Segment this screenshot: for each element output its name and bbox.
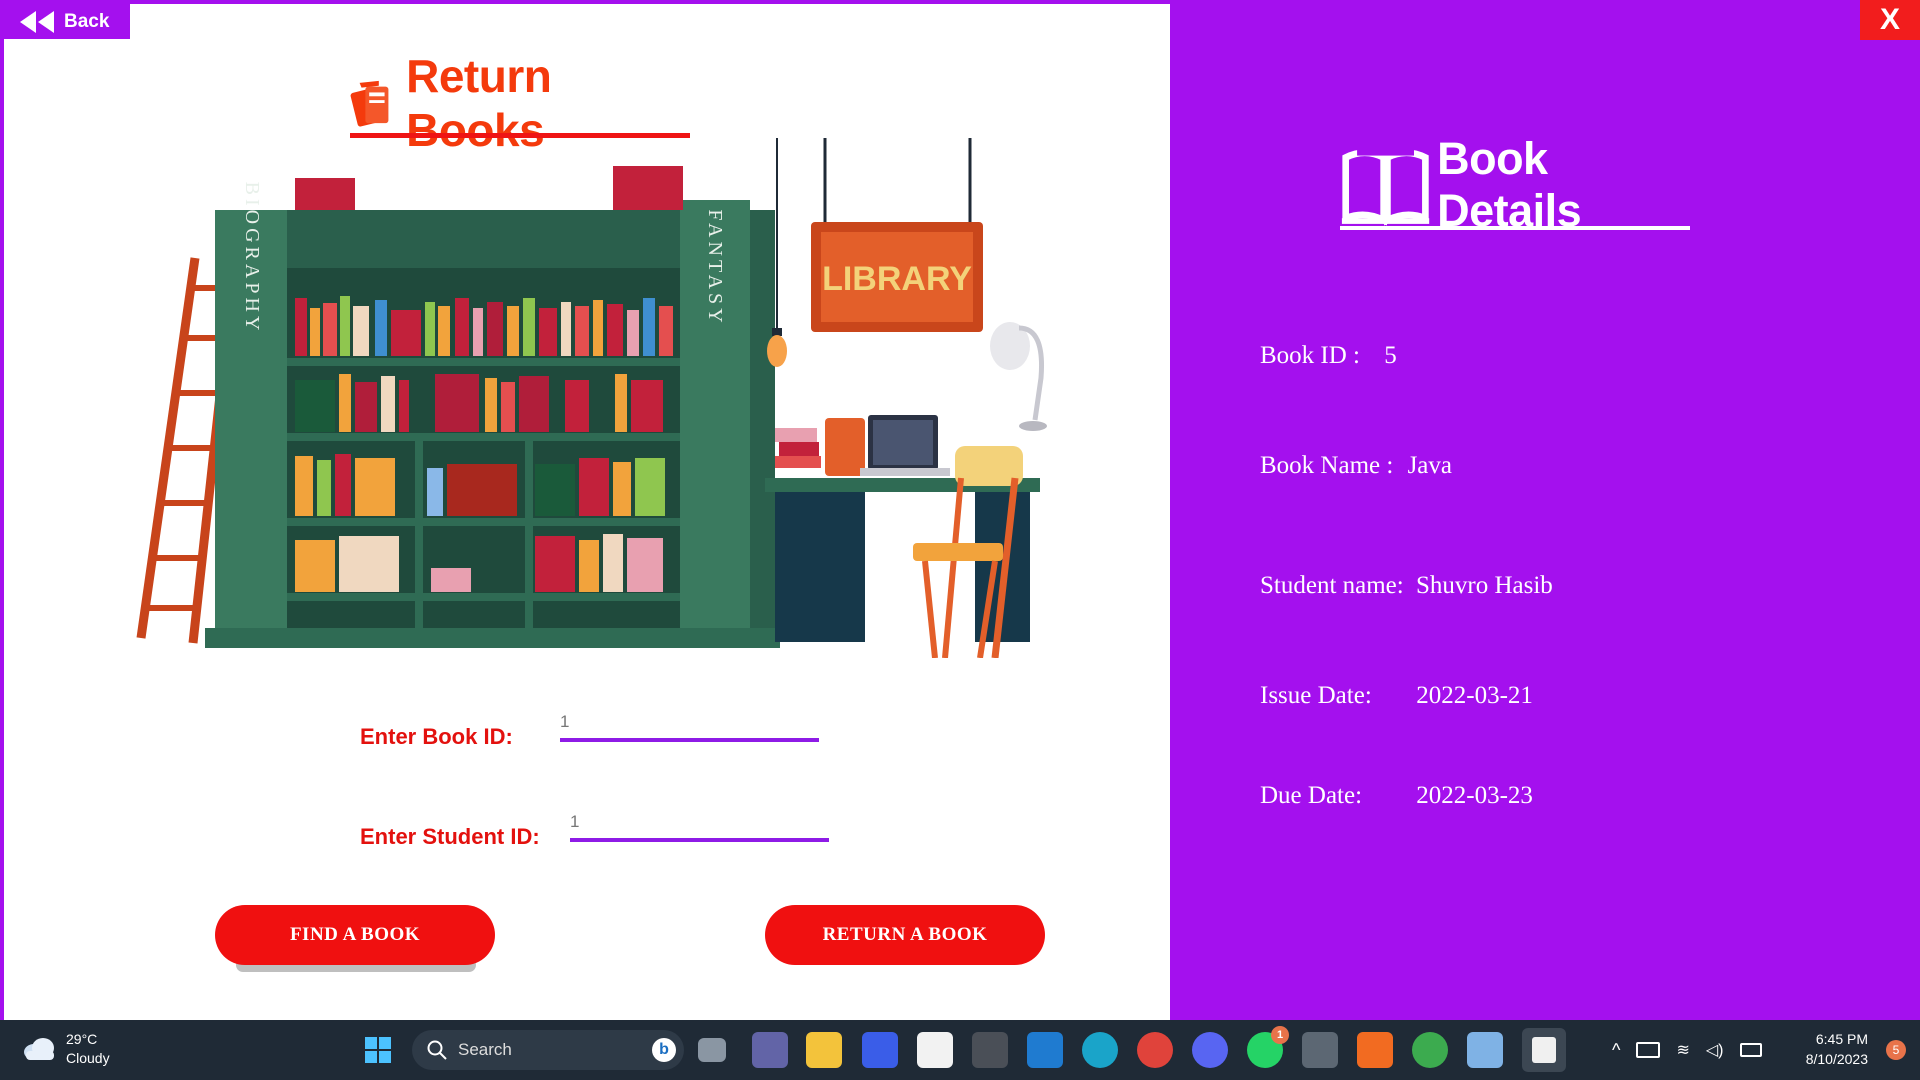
detail-value: Shuvro Hasib [1415, 572, 1553, 599]
task-view-icon[interactable] [698, 1038, 726, 1062]
detail-book-id: Book ID : 5 [1260, 342, 1397, 370]
page-title: Return Books [350, 50, 690, 156]
whatsapp-badge: 1 [1271, 1026, 1289, 1044]
detail-book-name: Book Name : Java [1260, 452, 1452, 480]
library-illustration: BIOGRAPHY FANTASY LIBRARY [136, 138, 1047, 658]
detail-due-date: Due Date: 2022-03-23 [1260, 782, 1533, 810]
whatsapp-icon[interactable]: 1 [1247, 1026, 1289, 1068]
weather-widget[interactable]: 29°C Cloudy [22, 1030, 110, 1068]
app-icon[interactable] [862, 1032, 898, 1068]
start-icon[interactable] [360, 1032, 396, 1068]
windows-logo-icon [365, 1037, 391, 1063]
weather-desc: Cloudy [66, 1050, 110, 1066]
store-icon[interactable] [917, 1032, 953, 1068]
detail-value: 5 [1384, 342, 1397, 369]
app-icon[interactable] [972, 1032, 1008, 1068]
keyboard-icon[interactable] [1636, 1042, 1661, 1058]
java-app-icon[interactable] [1522, 1028, 1566, 1072]
weather-temp: 29°C [66, 1031, 98, 1047]
bookshelf-illustration: BIOGRAPHY FANTASY [205, 166, 780, 648]
notification-badge[interactable]: 5 [1886, 1040, 1906, 1060]
volume-icon[interactable]: ◁) [1706, 1040, 1724, 1060]
virtualbox-icon[interactable] [1467, 1032, 1503, 1068]
detail-label: Book ID : [1260, 342, 1360, 369]
fantasy-label: FANTASY [704, 209, 726, 326]
biography-label: BIOGRAPHY [241, 182, 263, 335]
discord-icon[interactable] [1192, 1032, 1228, 1068]
desk-lamp-illustration [990, 322, 1047, 431]
desk-illustration [765, 415, 1040, 658]
book-id-label: Enter Book ID: [360, 724, 513, 749]
search-label: Search [458, 1040, 512, 1059]
details-title: Book Details [1340, 133, 1690, 236]
detail-label: Book Name : [1260, 452, 1394, 479]
taskbar-search[interactable]: Search b [412, 1030, 684, 1070]
bing-icon: b [652, 1038, 676, 1062]
books-icon [350, 80, 389, 127]
detail-value: 2022-03-23 [1416, 782, 1533, 809]
details-underline [1340, 226, 1690, 230]
back-label: Back [64, 10, 110, 32]
return-book-button[interactable]: RETURN A BOOK [765, 905, 1045, 965]
clock[interactable]: 6:45 PM 8/10/2023 [1806, 1029, 1868, 1069]
calculator-icon[interactable] [1302, 1032, 1338, 1068]
vscode-icon[interactable] [1027, 1032, 1063, 1068]
detail-label: Due Date: [1260, 782, 1363, 809]
search-icon [427, 1040, 447, 1060]
detail-value: Java [1407, 452, 1452, 479]
detail-label: Student name: [1260, 572, 1404, 599]
clock-time: 6:45 PM [1815, 1031, 1868, 1047]
student-id-label: Enter Student ID: [360, 824, 540, 849]
file-explorer-icon[interactable] [806, 1032, 842, 1068]
edge-icon[interactable] [1082, 1032, 1118, 1068]
wifi-icon[interactable]: ≋ [1676, 1040, 1689, 1060]
library-sign-illustration: LIBRARY [811, 138, 983, 332]
student-id-input[interactable] [570, 812, 829, 842]
clock-date: 8/10/2023 [1805, 1051, 1868, 1067]
detail-value: 2022-03-21 [1416, 682, 1533, 709]
system-tray: ^ ≋ ◁) [1612, 1020, 1762, 1080]
library-sign-text: LIBRARY [822, 260, 972, 298]
details-title-text: Book Details [1437, 133, 1582, 236]
chevron-up-icon[interactable]: ^ [1612, 1040, 1620, 1061]
cloud-icon [24, 1038, 54, 1060]
app-window: Back X Return Books BIOGRAPHY FANTASY LI… [0, 0, 1920, 1020]
battery-icon[interactable] [1739, 1043, 1762, 1057]
taskbar: 29°C Cloudy Search b 1 ^ ≋ ◁) 6:45 PM 8/… [0, 1020, 1920, 1080]
chrome-profile-icon[interactable] [1412, 1032, 1448, 1068]
rewind-icon [20, 10, 54, 33]
java-cup-icon [1532, 1037, 1556, 1063]
open-book-icon [1341, 144, 1430, 226]
close-button[interactable]: X [1860, 0, 1920, 40]
detail-label: Issue Date: [1260, 682, 1372, 709]
detail-issue-date: Issue Date: 2022-03-21 [1260, 682, 1533, 710]
back-button[interactable]: Back [4, 4, 130, 39]
find-book-button[interactable]: FIND A BOOK [215, 905, 495, 965]
teams-icon[interactable] [752, 1032, 788, 1068]
book-id-input[interactable] [560, 712, 819, 742]
chrome-icon[interactable] [1137, 1032, 1173, 1068]
detail-student-name: Student name: Shuvro Hasib [1260, 572, 1553, 600]
xampp-icon[interactable] [1357, 1032, 1393, 1068]
